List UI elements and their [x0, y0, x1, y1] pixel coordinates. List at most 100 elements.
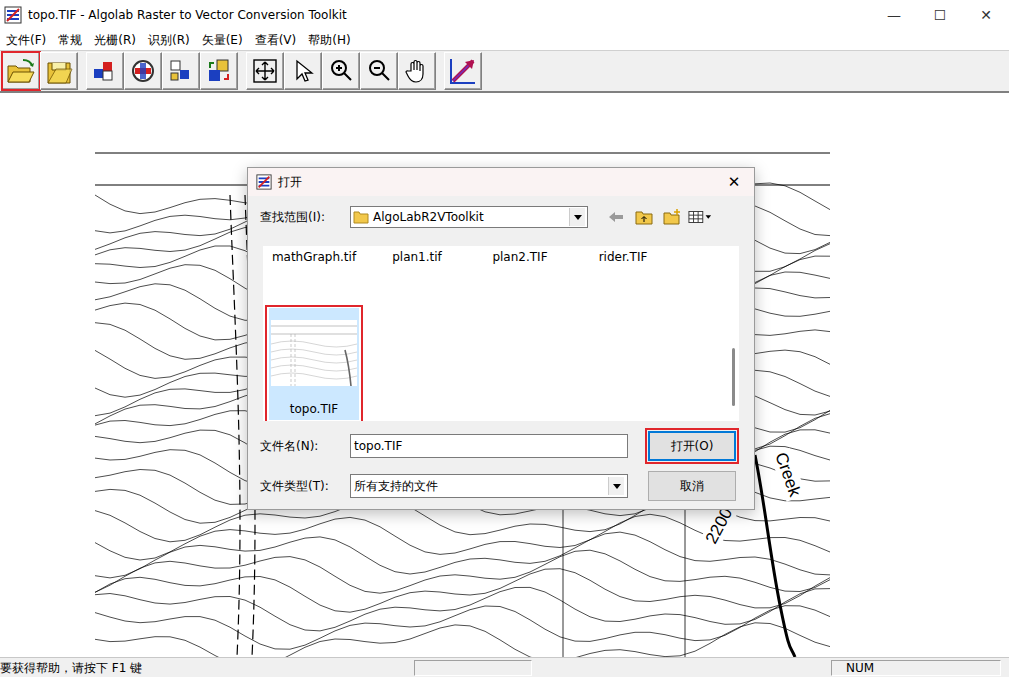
- view-menu-icon: [689, 211, 703, 222]
- open-folder-icon: [6, 57, 36, 85]
- menu-item[interactable]: 查看(V): [251, 30, 301, 50]
- folder-icon: [353, 210, 369, 224]
- save-button[interactable]: [40, 52, 78, 90]
- file-item[interactable]: plan2.TIF: [472, 246, 568, 270]
- folder-icon: [353, 210, 369, 224]
- filter-tool-icon: [129, 57, 157, 85]
- filetype-value: 所有支持的文件: [354, 477, 438, 495]
- folder-name: AlgoLabR2VToolkit: [373, 208, 565, 226]
- up-folder-icon: [642, 217, 647, 223]
- map-thumbnail-icon: [271, 320, 357, 386]
- zoom-in-button[interactable]: [322, 52, 360, 90]
- raster-d-button[interactable]: [200, 52, 238, 90]
- open-folder-icon: [30, 63, 34, 67]
- open-button[interactable]: [2, 52, 40, 90]
- filetype-row: 文件类型(T):所有支持的文件 取消: [260, 471, 742, 501]
- cancel-button[interactable]: 取消: [648, 471, 736, 501]
- new-folder-icon: [674, 209, 680, 215]
- toolbar-group: [246, 52, 444, 90]
- scrollbar-thumb[interactable]: [732, 348, 735, 406]
- dropdown-arrow-icon: [574, 215, 582, 220]
- vectorize-icon: [451, 59, 475, 83]
- raster-a-button[interactable]: [86, 52, 124, 90]
- status-pane: [414, 660, 532, 676]
- raster-tool-icon: [103, 62, 112, 71]
- dialog-close-button[interactable]: ✕: [714, 171, 754, 194]
- swap-tool-icon: [217, 60, 228, 71]
- menu-item[interactable]: 光栅(R): [90, 30, 140, 50]
- map-thumbnail-icon: [345, 350, 351, 386]
- minimize-button[interactable]: —: [871, 0, 917, 30]
- save-folder-icon: [44, 57, 74, 85]
- open-folder-icon: [8, 72, 34, 82]
- dropdown-arrow-icon: [613, 484, 621, 489]
- menu-item[interactable]: 常规: [54, 30, 86, 50]
- file-item[interactable]: mathGraph.tif: [266, 246, 362, 270]
- file-name: plan2.TIF: [475, 246, 565, 268]
- filetype-label: 文件类型(T):: [260, 477, 350, 495]
- hand-icon: [403, 57, 431, 85]
- contour-line: [95, 623, 830, 657]
- zoom-out-icon: [365, 57, 393, 85]
- menu-item[interactable]: 文件(F): [2, 30, 50, 50]
- raster-c-button[interactable]: [162, 52, 200, 90]
- swap-tool-icon: [210, 63, 214, 68]
- toolbar-group: [86, 52, 246, 90]
- back-arrow-icon: [608, 211, 624, 223]
- map-label: Creek: [771, 450, 805, 500]
- zoom-out-button[interactable]: [360, 52, 398, 90]
- vectorize-button[interactable]: [444, 52, 482, 90]
- file-item[interactable]: plan1.tif: [369, 246, 465, 270]
- filter-tool-icon: [129, 57, 157, 85]
- zoom-in-icon: [336, 65, 351, 80]
- contour-line: [95, 153, 830, 154]
- map-thumbnail-icon: [271, 341, 357, 379]
- swap-tool-icon: [209, 70, 220, 81]
- contour-line: [95, 569, 830, 613]
- menu-bar: 文件(F)常规光栅(R)识别(R)矢量(E)查看(V)帮助(H): [0, 30, 1009, 51]
- open-button[interactable]: 打开(O): [648, 431, 736, 461]
- new-folder-icon: [660, 206, 684, 228]
- folder-icon: [354, 212, 368, 223]
- file-name: rider.TIF: [578, 246, 668, 268]
- up-folder-icon: [636, 212, 652, 224]
- pointer-icon: [289, 57, 317, 85]
- pointer-button[interactable]: [284, 52, 322, 90]
- view-menu-icon: [688, 206, 712, 228]
- map-label: 2200: [702, 505, 737, 547]
- view-menu-icon: [688, 210, 712, 224]
- button-label: 取消: [680, 477, 704, 495]
- file-item[interactable]: rider.TIF: [575, 246, 671, 270]
- file-list[interactable]: mathGraph.tif plan1.tif plan2.TIF rider.TIF…: [263, 246, 739, 421]
- dropdown-arrow-icon: [574, 215, 582, 220]
- fit-button[interactable]: [246, 52, 284, 90]
- fit-view-icon: [251, 57, 279, 85]
- contour-line: [95, 550, 830, 593]
- filename-input[interactable]: topo.TIF: [350, 434, 628, 458]
- vectorize-icon: [453, 61, 473, 81]
- menu-item[interactable]: 矢量(E): [198, 30, 247, 50]
- close-button[interactable]: ✕: [963, 0, 1009, 30]
- contour-line: [230, 195, 240, 657]
- app-icon: [4, 6, 22, 24]
- menu-item[interactable]: 识别(R): [144, 30, 194, 50]
- save-folder-icon: [44, 57, 74, 85]
- raster-b-button[interactable]: [124, 52, 162, 90]
- window-title: topo.TIF - Algolab Raster to Vector Conv…: [28, 6, 871, 24]
- maximize-button[interactable]: ☐: [917, 0, 963, 30]
- combo-arrow[interactable]: [569, 208, 585, 226]
- hand-button[interactable]: [398, 52, 436, 90]
- scrollbar[interactable]: [732, 246, 736, 421]
- dialog-body: 查找范围(I):AlgoLabR2VToolkitmathGraph.tifpl…: [248, 196, 754, 501]
- filetype-select[interactable]: 所有支持的文件: [350, 474, 628, 498]
- file-item[interactable]: topo.TIF: [266, 306, 362, 421]
- hand-icon: [403, 57, 431, 85]
- map-thumbnail-icon: [271, 320, 357, 386]
- toolbar-group: [444, 52, 490, 90]
- status-bar: 要获得帮助，请按下 F1 键NUM: [0, 657, 1009, 677]
- title-bar: topo.TIF - Algolab Raster to Vector Conv…: [0, 0, 1009, 30]
- menu-item[interactable]: 帮助(H): [304, 30, 354, 50]
- raster-tool-icon: [91, 57, 119, 85]
- vectorize-icon: [453, 61, 473, 81]
- look-in-combo[interactable]: AlgoLabR2VToolkit: [350, 206, 588, 228]
